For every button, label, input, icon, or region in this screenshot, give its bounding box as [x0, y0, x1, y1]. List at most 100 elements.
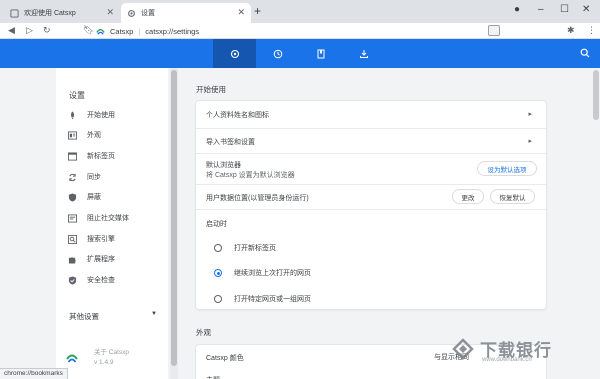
row-profile[interactable]: 个人资料姓名和图标 ▸ — [196, 101, 546, 128]
site-icon — [96, 27, 105, 36]
gear-icon — [230, 49, 239, 58]
radio-specific-pages[interactable]: 打开特定网页或一组网页 — [214, 294, 311, 304]
watermark: 下载银行 www.downbank.cn — [452, 336, 552, 363]
radio-continue[interactable]: 继续浏览上次打开的网页 — [214, 268, 311, 278]
settings-search-button[interactable] — [580, 48, 590, 60]
forward-icon[interactable]: ▷ — [26, 25, 33, 36]
record-icon[interactable]: ● — [514, 4, 520, 15]
sidebar-item-label: 扩展程序 — [87, 256, 115, 263]
sidebar-other-label: 其他设置 — [69, 312, 99, 321]
main-scrollbar[interactable] — [592, 68, 600, 379]
section-title-get-started: 开始使用 — [196, 85, 226, 94]
row-label: 用户数据位置(以管理员身份运行) — [206, 195, 309, 202]
section-title-appearance: 外观 — [196, 328, 211, 337]
sidebar-other-settings[interactable]: 其他设置 ▼ — [69, 311, 157, 322]
tab-welcome[interactable]: 欢迎使用 Catsxp ✕ — [4, 3, 120, 23]
tab-title: 欢迎使用 Catsxp — [24, 10, 76, 17]
chevron-down-icon: ▼ — [151, 311, 157, 317]
new-tab-icon — [68, 151, 77, 161]
history-header-button[interactable] — [256, 39, 299, 68]
sidebar-item-label: 外观 — [87, 132, 101, 139]
sidebar-item-label: 安全检查 — [87, 277, 115, 284]
appearance-icon — [68, 130, 77, 140]
change-button[interactable]: 更改 — [452, 189, 484, 204]
download-icon — [359, 49, 368, 58]
sidebar-scrollbar-thumb[interactable] — [171, 70, 177, 366]
close-icon[interactable]: ✕ — [237, 7, 245, 18]
about-version: v 1.4.9 — [94, 359, 114, 366]
sidebar-item-search-engine[interactable]: 搜索引擎 — [68, 232, 115, 246]
status-bubble: chrome://bookmarks — [0, 368, 68, 379]
row-sublabel: 将 Catsxp 设置为默认浏览器 — [206, 172, 295, 179]
address-url: catsxp://settings — [145, 26, 200, 36]
sync-icon — [68, 173, 77, 182]
radio-button-checked[interactable] — [214, 269, 222, 277]
tab-title: 设置 — [141, 10, 155, 17]
shield-check-icon — [68, 275, 77, 285]
sidebar-item-label: 同步 — [87, 174, 101, 181]
settings-header-button[interactable] — [213, 39, 256, 68]
sidebar-title: 设置 — [69, 91, 85, 100]
sidebar-scrollbar[interactable] — [170, 68, 178, 379]
address-brand: Catsxp — [110, 26, 134, 36]
radio-button[interactable] — [214, 295, 222, 303]
menu-icon[interactable]: ⋮ — [587, 25, 596, 36]
shield-icon — [68, 192, 77, 202]
bookmark-icon[interactable]: 🔖︎ — [83, 25, 94, 36]
sidebar-item-new-tab[interactable]: 新标签页 — [68, 149, 115, 163]
set-default-button[interactable]: 设为默认选项 — [477, 161, 537, 176]
sidebar-item-extensions[interactable]: 扩展程序 — [68, 252, 115, 266]
get-started-card: 个人资料姓名和图标 ▸ 导入书签和设置 ▸ 默认浏览器 将 Catsxp 设置为… — [196, 101, 546, 309]
main-scrollbar-thumb[interactable] — [593, 70, 599, 120]
new-tab-button[interactable]: + — [254, 4, 261, 18]
sidebar-about[interactable]: 关于 Catsxp v 1.4.9 — [66, 348, 129, 368]
back-icon[interactable]: ◀ — [8, 25, 15, 36]
extensions-icon[interactable]: ✱ — [567, 25, 575, 36]
chevron-right-icon: ▸ — [528, 111, 532, 118]
row-startup: 启动时 打开新标签页 继续浏览上次打开的网页 打开特定网页或一组网页 — [196, 209, 546, 309]
catsxp-tab-icon — [10, 8, 19, 18]
restore-default-button[interactable]: 恢复默认 — [490, 189, 535, 204]
search-icon — [68, 234, 77, 244]
appearance-next-label: 主题 — [206, 375, 220, 379]
sidebar-item-label: 开始使用 — [87, 112, 115, 119]
sidebar-item-block-social[interactable]: 阻止社交媒体 — [68, 211, 129, 225]
bookmarks-header-button[interactable] — [299, 39, 342, 68]
bookmarks-icon — [317, 49, 324, 58]
maximize-icon[interactable]: ☐ — [560, 4, 569, 15]
catsxp-logo-icon — [66, 352, 78, 364]
rocket-icon — [68, 110, 77, 120]
minimize-icon[interactable]: – — [538, 4, 544, 15]
history-icon — [273, 49, 282, 58]
row-user-data: 用户数据位置(以管理员身份运行) 更改 恢复默认 — [196, 184, 546, 209]
search-icon — [580, 48, 590, 58]
row-label: 个人资料姓名和图标 — [206, 112, 269, 119]
downloads-header-button[interactable] — [342, 39, 385, 68]
window-close-icon[interactable]: ✕ — [582, 4, 590, 15]
puzzle-icon — [68, 255, 77, 264]
address-bar[interactable]: Catsxp | catsxp://settings — [96, 24, 506, 38]
radio-new-tab[interactable]: 打开新标签页 — [214, 243, 276, 253]
sidebar-item-sync[interactable]: 同步 — [68, 170, 101, 184]
address-separator: | — [138, 26, 141, 36]
settings-header — [0, 39, 600, 68]
sidebar-item-appearance[interactable]: 外观 — [68, 128, 101, 142]
close-icon[interactable]: ✕ — [106, 7, 114, 18]
gear-icon — [127, 9, 136, 18]
radio-button[interactable] — [214, 244, 222, 252]
radio-label: 打开特定网页或一组网页 — [234, 296, 311, 303]
sidebar-item-label: 搜索引擎 — [87, 236, 115, 243]
reload-icon[interactable]: ↻ — [43, 25, 51, 36]
sidebar-item-shields[interactable]: 屏蔽 — [68, 190, 101, 204]
radio-label: 继续浏览上次打开的网页 — [234, 270, 311, 277]
sidebar-item-get-started[interactable]: 开始使用 — [68, 108, 115, 122]
sidebar-item-label: 新标签页 — [87, 153, 115, 160]
tab-settings[interactable]: 设置 ✕ — [121, 3, 251, 23]
sidebar-item-safety-check[interactable]: 安全检查 — [68, 273, 115, 287]
page-action-icon[interactable] — [488, 25, 500, 36]
row-import[interactable]: 导入书签和设置 ▸ — [196, 128, 546, 153]
watermark-logo-icon — [452, 337, 474, 360]
row-default-browser: 默认浏览器 将 Catsxp 设置为默认浏览器 设为默认选项 — [196, 153, 546, 184]
appearance-color-label: Catsxp 颜色 — [206, 355, 244, 362]
row-label: 默认浏览器 — [206, 162, 241, 169]
